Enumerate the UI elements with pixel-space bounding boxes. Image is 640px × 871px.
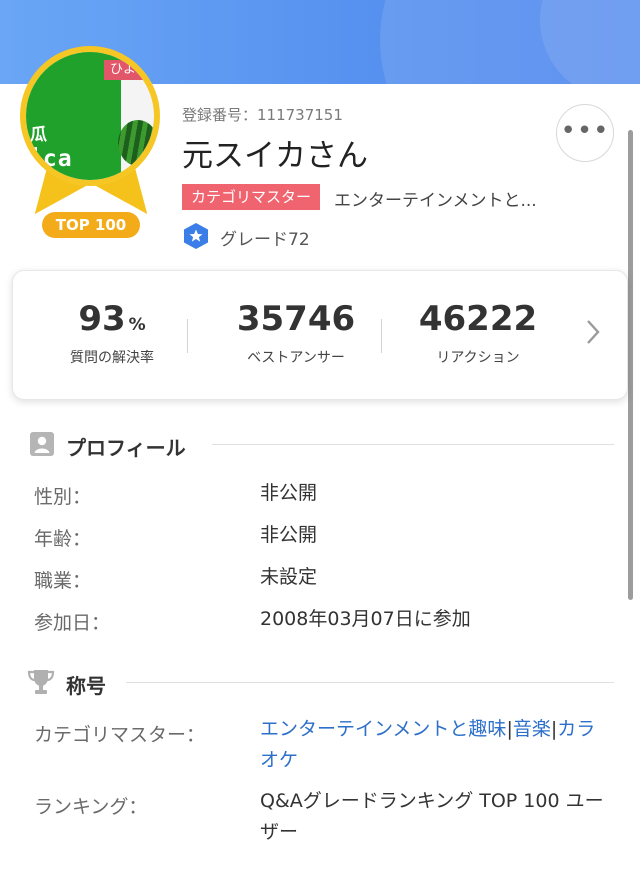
scrollbar[interactable]	[628, 130, 633, 600]
avatar-text: 瓜	[30, 125, 47, 145]
stat-unit: %	[128, 315, 146, 335]
divider	[381, 319, 382, 353]
category-master-badge: カテゴリマスター	[182, 184, 321, 210]
profile-section-header: プロフィール	[30, 430, 614, 460]
stat-value: 35746	[236, 299, 356, 339]
profile-icon	[30, 432, 54, 456]
category-master-value: エンターテインメントと趣味|音楽|カラオケ	[260, 714, 610, 776]
grade-label: グレード72	[220, 230, 310, 250]
registration-number: 登録番号：111737151	[182, 106, 343, 124]
grade-shield-icon	[184, 223, 208, 249]
username: 元スイカさん	[182, 138, 368, 174]
stat-value: 46222	[418, 299, 538, 339]
join-date-label: 参加日：	[34, 612, 111, 634]
gender-value: 非公開	[260, 482, 318, 504]
section-divider	[126, 682, 614, 683]
category-link[interactable]: 音楽	[513, 718, 551, 740]
rank-badge: TOP 100	[42, 212, 140, 238]
avatar-banner: ひよ	[104, 60, 154, 80]
stat-resolution-rate: 93% 質問の解決率	[27, 299, 197, 367]
avatar-block[interactable]: ひよ 瓜 ica TOP 100	[15, 46, 167, 246]
category-link[interactable]: エンターテインメントと趣味	[260, 718, 506, 740]
titles-section-header: 称号	[27, 668, 614, 698]
ranking-value: Q&Aグレードランキング TOP 100 ユーザー	[260, 790, 604, 843]
stat-label: リアクション	[436, 350, 520, 366]
category-text[interactable]: エンターテインメントと...	[334, 186, 537, 211]
stat-value: 93	[78, 299, 126, 339]
section-divider	[212, 444, 614, 445]
category-master-label: カテゴリマスター：	[34, 724, 206, 746]
avatar-text: ica	[28, 146, 73, 172]
stats-card[interactable]: 93% 質問の解決率 35746 ベストアンサー 46222 リアクション	[12, 270, 628, 400]
age-label: 年齢：	[34, 528, 92, 550]
stat-label: ベストアンサー	[247, 350, 345, 366]
chevron-right-icon[interactable]	[583, 317, 603, 347]
join-date-value: 2008年03月07日に参加	[260, 608, 471, 630]
avatar[interactable]: ひよ 瓜 ica	[20, 46, 160, 186]
occupation-value: 未設定	[260, 566, 318, 588]
watermelon-icon	[118, 120, 154, 166]
trophy-icon	[27, 670, 55, 694]
gender-label: 性別：	[34, 486, 92, 508]
stat-best-answers: 35746 ベストアンサー	[211, 299, 381, 367]
stat-reactions: 46222 リアクション	[393, 299, 563, 367]
section-title: プロフィール	[66, 436, 186, 460]
stat-label: 質問の解決率	[70, 350, 154, 366]
section-title: 称号	[66, 674, 106, 698]
occupation-label: 職業：	[34, 570, 92, 592]
divider	[187, 319, 188, 353]
more-options-button[interactable]: •••	[556, 104, 614, 162]
ranking-label: ランキング：	[34, 796, 148, 818]
age-value: 非公開	[260, 524, 318, 546]
